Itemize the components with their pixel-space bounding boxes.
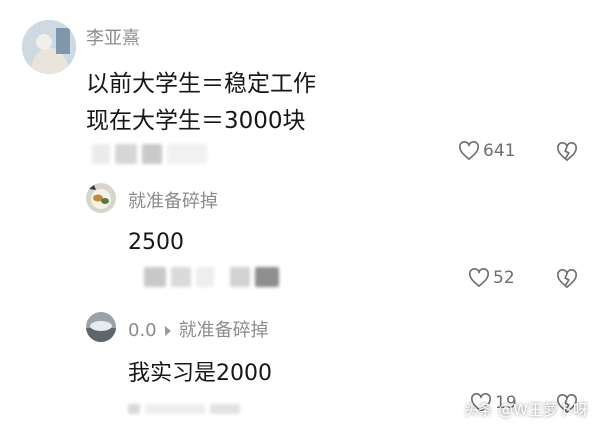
heart-icon: [459, 141, 479, 160]
like-button[interactable]: 52: [468, 268, 515, 288]
comment-meta-redacted: [128, 396, 240, 414]
comment-item: 李亚熹 以前大学生＝稳定工作 现在大学生＝3000块 641: [0, 0, 600, 175]
comment-text-line: 以前大学生＝稳定工作: [86, 71, 316, 97]
comment-username[interactable]: 李亚熹: [86, 24, 140, 50]
comment-username[interactable]: 就准备碎掉: [128, 187, 218, 213]
comment-meta-redacted: [144, 267, 279, 287]
like-button[interactable]: 641: [458, 141, 515, 161]
broken-heart-icon: [557, 142, 577, 161]
comment-text-line: 我实习是2000: [128, 361, 272, 386]
dislike-button[interactable]: [556, 142, 578, 162]
comment-username[interactable]: 0.0: [128, 320, 157, 341]
comment-meta-redacted: [92, 144, 207, 164]
comment-text-line: 2500: [128, 230, 184, 255]
broken-heart-icon: [557, 269, 577, 288]
comment-text-line: 现在大学生＝3000块: [86, 108, 306, 134]
like-count: 52: [493, 268, 515, 288]
play-arrow-icon: [164, 325, 171, 336]
reply-header: 0.0 就准备碎掉: [128, 316, 269, 342]
like-count: 641: [483, 141, 516, 161]
avatar[interactable]: [86, 183, 116, 213]
toutiao-logo: 头条: [464, 402, 493, 419]
reply-item: 就准备碎掉 2500 52: [0, 175, 600, 300]
dislike-button[interactable]: [556, 269, 578, 289]
avatar[interactable]: [86, 312, 116, 342]
reply-target-username[interactable]: 就准备碎掉: [179, 320, 269, 341]
watermark: 头条 @W王萝卜呀: [464, 399, 588, 420]
heart-icon: [469, 268, 489, 287]
watermark-handle: @W王萝卜呀: [498, 401, 588, 419]
avatar[interactable]: [22, 20, 76, 74]
